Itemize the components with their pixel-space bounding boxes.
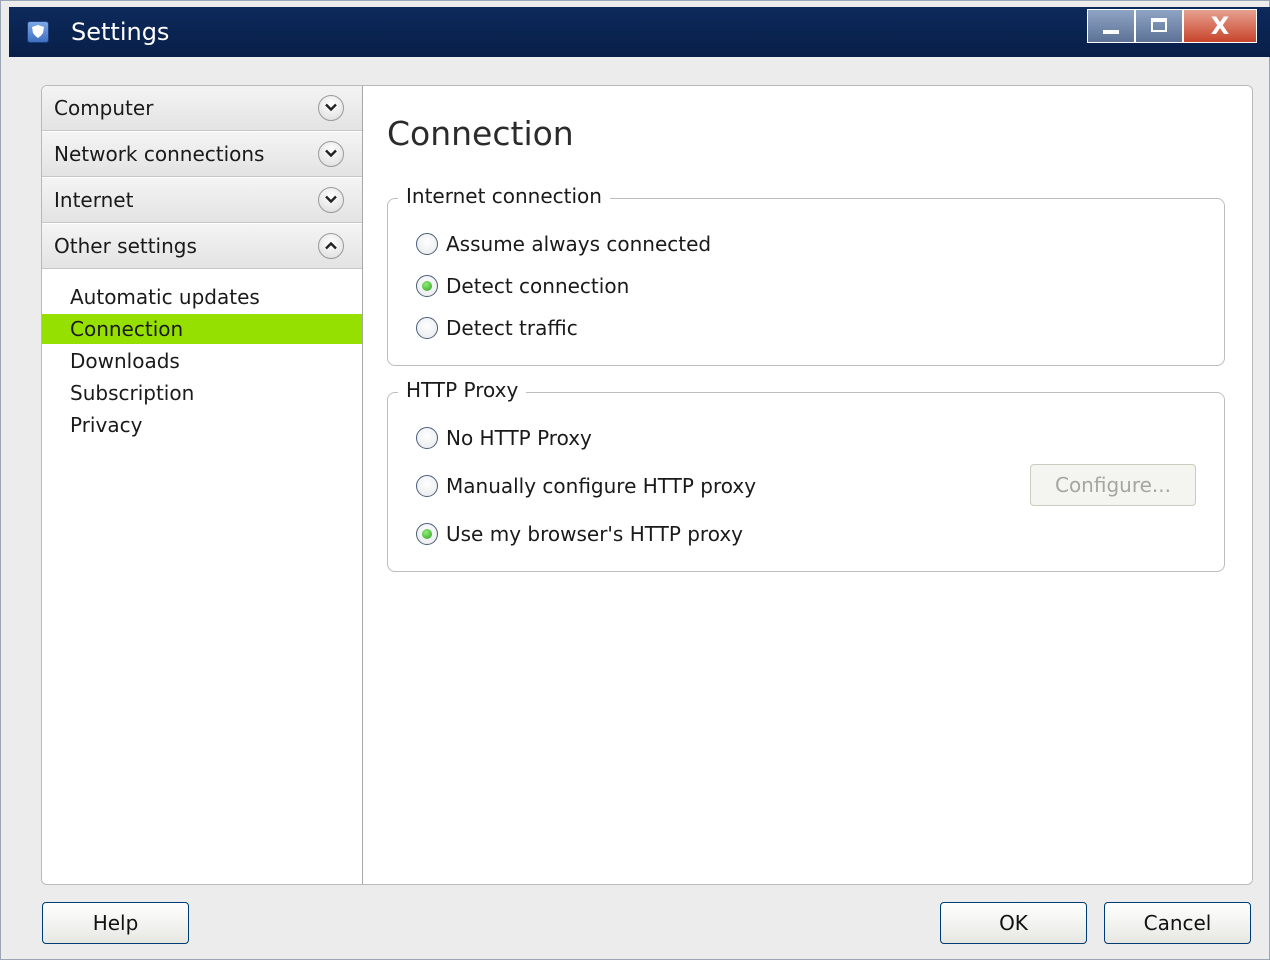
sidebar: Computer Network connections Internet Ot… <box>42 86 363 884</box>
settings-window: Settings X Computer Network connections <box>0 0 1270 960</box>
radio-label: Detect traffic <box>446 316 578 340</box>
radio-button[interactable] <box>416 317 438 339</box>
chevron-down-icon[interactable] <box>318 141 344 167</box>
chevron-down-icon[interactable] <box>318 95 344 121</box>
radio-button[interactable] <box>416 475 438 497</box>
content-pane: Connection Internet connection Assume al… <box>363 86 1252 884</box>
cancel-button[interactable]: Cancel <box>1104 902 1251 944</box>
sidebar-category-computer[interactable]: Computer <box>42 86 362 131</box>
radio-label: No HTTP Proxy <box>446 426 592 450</box>
radio-button[interactable] <box>416 427 438 449</box>
shield-app-icon <box>27 21 49 43</box>
group-legend: HTTP Proxy <box>398 378 527 402</box>
http-proxy-group: HTTP Proxy No HTTP Proxy Manually config… <box>387 378 1225 572</box>
internet-connection-group: Internet connection Assume always connec… <box>387 184 1225 366</box>
chevron-down-icon[interactable] <box>318 187 344 213</box>
radio-label: Manually configure HTTP proxy <box>446 474 757 498</box>
radio-label: Detect connection <box>446 274 630 298</box>
help-button[interactable]: Help <box>42 902 189 944</box>
sidebar-category-internet[interactable]: Internet <box>42 178 362 223</box>
window-title: Settings <box>71 18 170 46</box>
category-label: Computer <box>54 96 154 120</box>
radio-dot <box>422 281 432 291</box>
radio-label: Assume always connected <box>446 232 712 256</box>
window-controls: X <box>1087 9 1257 43</box>
close-button[interactable]: X <box>1183 9 1257 43</box>
radio-button[interactable] <box>416 233 438 255</box>
sidebar-item-automatic-updates[interactable]: Automatic updates <box>42 282 362 312</box>
sidebar-category-network-connections[interactable]: Network connections <box>42 132 362 177</box>
settings-panel: Computer Network connections Internet Ot… <box>41 85 1253 885</box>
radio-button-checked[interactable] <box>416 275 438 297</box>
sidebar-category-other-settings[interactable]: Other settings <box>42 224 362 269</box>
sidebar-item-connection[interactable]: Connection <box>42 314 362 344</box>
sidebar-item-privacy[interactable]: Privacy <box>42 410 362 440</box>
close-icon: X <box>1210 12 1230 40</box>
radio-label: Use my browser's HTTP proxy <box>446 522 744 546</box>
sidebar-item-label: Downloads <box>70 349 180 373</box>
maximize-button[interactable] <box>1135 9 1183 43</box>
sidebar-item-subscription[interactable]: Subscription <box>42 378 362 408</box>
group-legend: Internet connection <box>398 184 610 208</box>
ok-button[interactable]: OK <box>940 902 1087 944</box>
category-label: Other settings <box>54 234 197 258</box>
sidebar-item-label: Privacy <box>70 413 143 437</box>
configure-button[interactable]: Configure... <box>1030 464 1196 506</box>
category-label: Network connections <box>54 142 265 166</box>
sidebar-item-label: Automatic updates <box>70 285 260 309</box>
page-title: Connection <box>387 114 574 153</box>
chevron-up-icon[interactable] <box>318 233 344 259</box>
sidebar-item-label: Subscription <box>70 381 195 405</box>
category-label: Internet <box>54 188 134 212</box>
minimize-icon <box>1103 30 1119 34</box>
radio-button-checked[interactable] <box>416 523 438 545</box>
title-bar[interactable]: Settings X <box>9 7 1270 57</box>
sidebar-item-downloads[interactable]: Downloads <box>42 346 362 376</box>
radio-dot <box>422 529 432 539</box>
minimize-button[interactable] <box>1087 9 1135 43</box>
sidebar-item-label: Connection <box>70 317 184 341</box>
maximize-icon <box>1151 18 1167 32</box>
